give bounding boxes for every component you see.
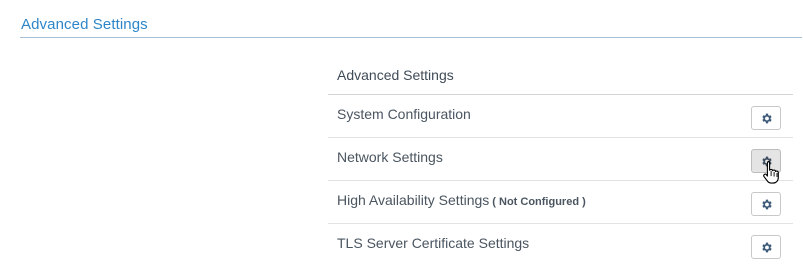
gear-icon xyxy=(761,242,772,252)
settings-row-high-availability: High Availability Settings( Not Configur… xyxy=(328,181,793,224)
gear-icon xyxy=(761,156,772,166)
not-configured-note: ( Not Configured ) xyxy=(492,196,586,208)
settings-row-system-configuration: System Configuration xyxy=(328,95,793,138)
row-label: TLS Server Certificate Settings xyxy=(337,235,530,251)
row-label: Network Settings xyxy=(337,149,443,165)
section-header: Advanced Settings xyxy=(20,14,802,38)
system-configuration-settings-button[interactable] xyxy=(751,106,781,130)
settings-table: Advanced Settings System Configuration N… xyxy=(328,57,793,266)
high-availability-settings-button[interactable] xyxy=(751,192,781,216)
tls-server-certificate-settings-button[interactable] xyxy=(751,235,781,259)
settings-row-network-settings: Network Settings xyxy=(328,138,793,184)
advanced-settings-page: Advanced Settings Advanced Settings Syst… xyxy=(0,0,803,266)
table-heading: Advanced Settings xyxy=(328,57,793,95)
settings-row-tls-server-certificate: TLS Server Certificate Settings xyxy=(328,224,793,266)
row-label: System Configuration xyxy=(337,106,471,122)
table-heading-label: Advanced Settings xyxy=(337,67,454,83)
network-settings-button[interactable] xyxy=(751,149,781,173)
row-label: High Availability Settings( Not Configur… xyxy=(337,192,586,208)
gear-icon xyxy=(761,199,772,209)
gear-icon xyxy=(761,113,772,123)
section-title: Advanced Settings xyxy=(21,16,148,33)
row-label-text: High Availability Settings xyxy=(337,192,490,208)
